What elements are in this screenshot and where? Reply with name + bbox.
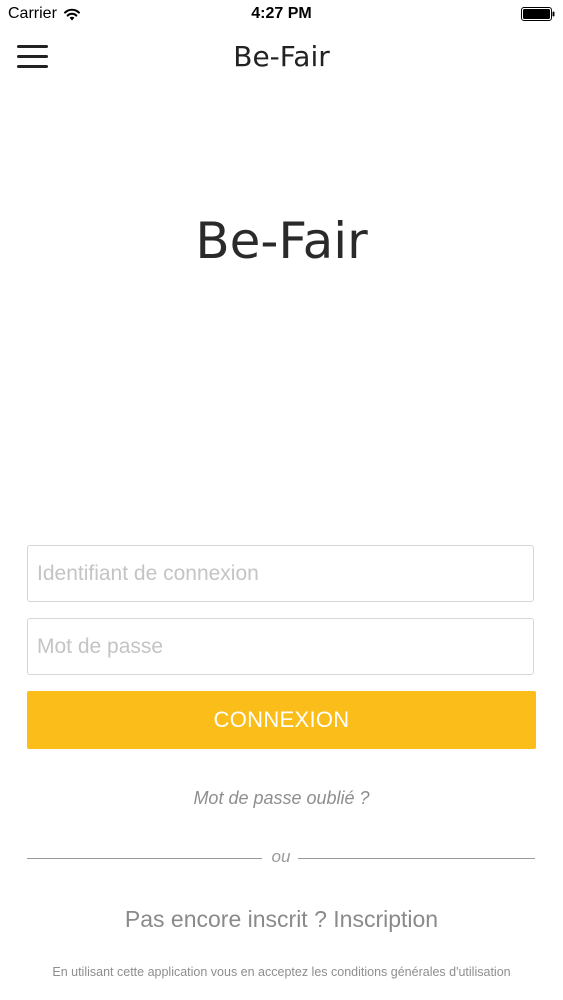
login-input[interactable]: [27, 545, 534, 602]
connect-button[interactable]: CONNEXION: [27, 691, 536, 749]
signup-link[interactable]: Inscription: [333, 906, 438, 932]
signup-prompt: Pas encore inscrit ?: [124, 906, 327, 932]
terms-text: En utilisant cette application vous en a…: [52, 965, 511, 979]
nav-title: Be-Fair: [233, 40, 330, 73]
separator-text: ou: [271, 847, 291, 866]
separator-line-right: [298, 858, 535, 859]
or-separator: ou: [27, 847, 535, 869]
status-bar: Carrier 4:27 PM: [0, 0, 563, 28]
password-input[interactable]: [27, 618, 534, 675]
navigation-bar: Be-Fair: [0, 28, 563, 92]
brand-title: Be-Fair: [195, 212, 368, 270]
forgot-password-link[interactable]: Mot de passe oublié ?: [0, 788, 563, 809]
battery-icon: [521, 7, 555, 21]
status-time: 4:27 PM: [251, 5, 312, 22]
signup-row: Pas encore inscrit ? Inscription: [0, 906, 563, 933]
